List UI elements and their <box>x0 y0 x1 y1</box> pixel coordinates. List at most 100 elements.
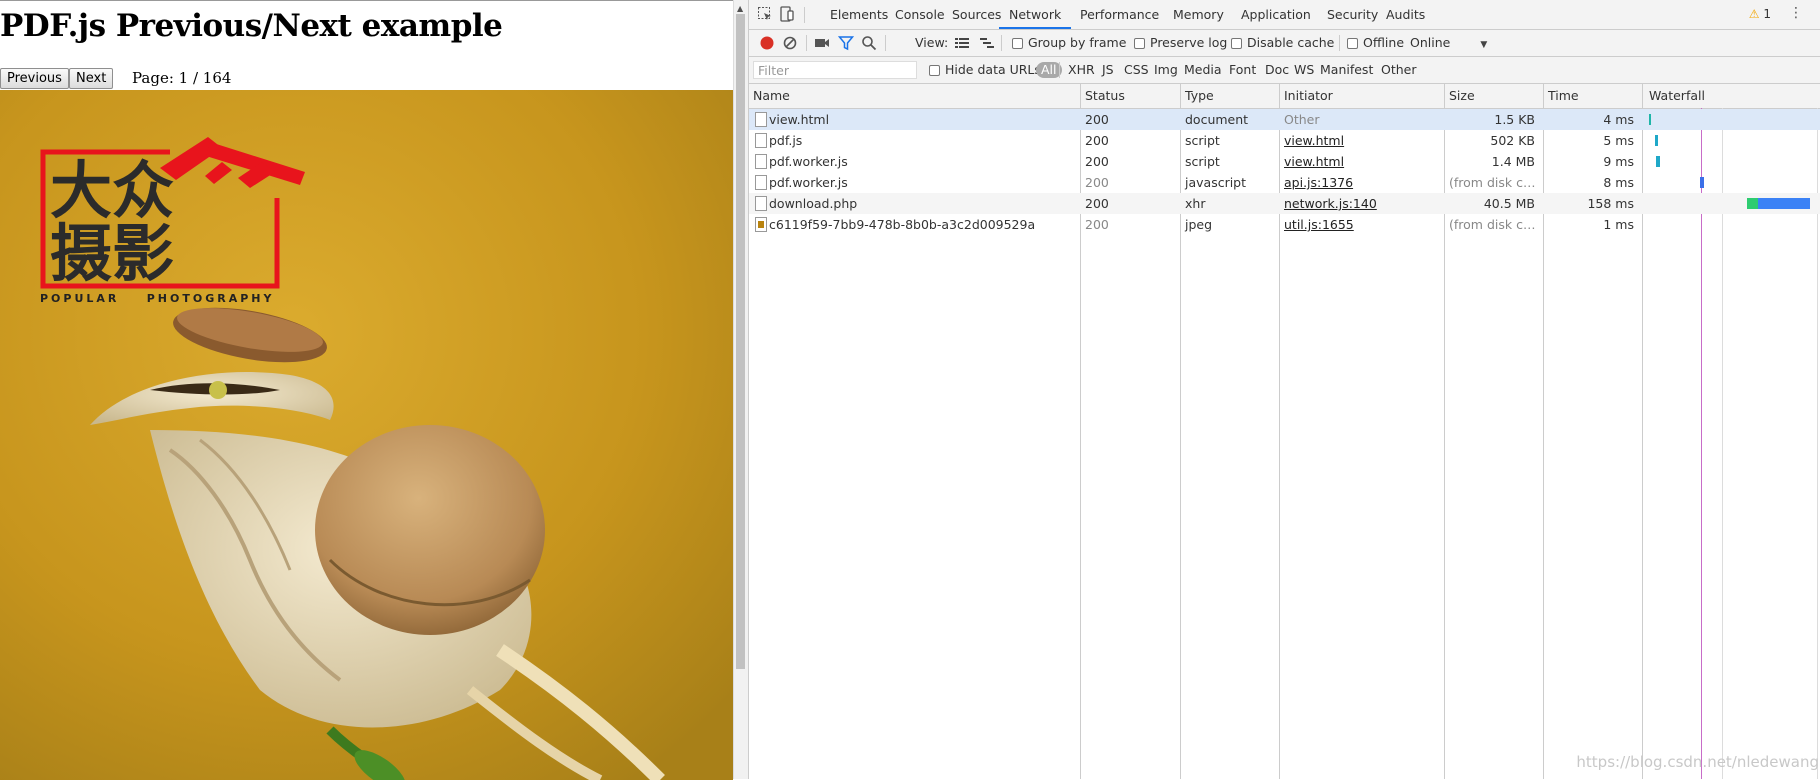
request-initiator: Other <box>1284 112 1320 127</box>
checkbox-icon[interactable] <box>1012 38 1023 49</box>
filter-type-other[interactable]: Other <box>1381 62 1417 78</box>
table-row[interactable]: pdf.worker.js 200 script view.html 1.4 M… <box>749 151 1820 172</box>
scrollbar-thumb[interactable] <box>736 14 745 669</box>
filter-type-font[interactable]: Font <box>1229 62 1256 78</box>
tab-audits[interactable]: Audits <box>1376 0 1435 29</box>
checkbox-icon[interactable] <box>1231 38 1242 49</box>
toolbar-separator <box>885 35 886 51</box>
filter-bar: Hide data URLs All XHR JS CSS Img Media … <box>749 57 1820 84</box>
request-initiator-link[interactable]: api.js:1376 <box>1280 172 1439 193</box>
more-options-icon[interactable]: ⋮ <box>1789 5 1803 21</box>
inspect-element-icon[interactable] <box>757 6 773 22</box>
warnings-counter[interactable]: ⚠ 1 <box>1749 7 1771 21</box>
pdf-canvas: 大众 摄影 POPULAR PHOTOGRAPHY <box>0 90 733 780</box>
tab-performance[interactable]: Performance <box>1070 0 1169 29</box>
request-name: pdf.worker.js <box>769 154 848 169</box>
checkbox-icon[interactable] <box>929 65 940 76</box>
filter-type-css[interactable]: CSS <box>1124 62 1149 78</box>
table-header: Name Status Type Initiator Size Time Wat… <box>749 84 1820 109</box>
column-header-initiator[interactable]: Initiator <box>1280 84 1333 108</box>
page-counter: Page: 1 / 164 <box>132 69 232 87</box>
network-toolbar: View: Group by frame Preserve log Disabl… <box>749 30 1820 57</box>
request-status: 200 <box>1085 133 1109 148</box>
previous-button[interactable]: Previous <box>0 68 69 89</box>
column-header-size[interactable]: Size <box>1445 84 1475 108</box>
device-toolbar-icon[interactable] <box>779 6 795 22</box>
offline-checkbox[interactable]: Offline <box>1347 35 1404 51</box>
waterfall-bar <box>1656 156 1660 167</box>
search-icon[interactable] <box>861 35 877 51</box>
view-label: View: <box>915 35 949 50</box>
request-type: xhr <box>1185 196 1206 211</box>
column-header-time[interactable]: Time <box>1544 84 1579 108</box>
request-time: 1 ms <box>1603 217 1634 232</box>
table-row[interactable]: download.php 200 xhr network.js:140 40.5… <box>749 193 1820 214</box>
request-size: 1.5 KB <box>1494 112 1535 127</box>
request-name: download.php <box>769 196 858 211</box>
filter-type-ws[interactable]: WS <box>1294 62 1314 78</box>
filter-type-doc[interactable]: Doc <box>1265 62 1289 78</box>
request-size: (from disk cac... <box>1449 217 1539 232</box>
warning-icon: ⚠ <box>1748 7 1760 21</box>
filter-type-img[interactable]: Img <box>1154 62 1178 78</box>
table-row[interactable]: pdf.js 200 script view.html 502 KB 5 ms <box>749 130 1820 151</box>
checkbox-icon[interactable] <box>1134 38 1145 49</box>
request-status: 200 <box>1085 217 1109 232</box>
request-type: document <box>1185 112 1249 127</box>
screenshot-camera-icon[interactable] <box>814 35 830 51</box>
waterfall-bar <box>1655 135 1658 146</box>
next-button[interactable]: Next <box>69 68 114 89</box>
column-header-name[interactable]: Name <box>749 84 790 108</box>
table-row[interactable]: pdf.worker.js 200 javascript api.js:1376… <box>749 172 1820 193</box>
filter-separator <box>1059 62 1060 78</box>
tab-application[interactable]: Application <box>1231 0 1321 29</box>
waterfall-bar <box>1700 177 1704 188</box>
request-time: 158 ms <box>1587 196 1634 211</box>
table-row[interactable]: view.html 200 document Other 1.5 KB 4 ms <box>749 109 1820 130</box>
disable-cache-label: Disable cache <box>1247 35 1335 50</box>
throttling-select[interactable]: Online ▼ <box>1410 35 1487 51</box>
filter-type-all[interactable]: All <box>1036 62 1062 78</box>
scroll-up-arrow-icon[interactable]: ▲ <box>737 4 743 13</box>
filter-input[interactable] <box>753 61 917 79</box>
filter-icon[interactable] <box>838 35 854 51</box>
request-type: script <box>1185 133 1220 148</box>
request-size: (from disk cac... <box>1449 175 1539 190</box>
request-initiator-link[interactable]: view.html <box>1280 151 1439 172</box>
request-type: javascript <box>1185 175 1247 190</box>
group-by-frame-checkbox[interactable]: Group by frame <box>1012 35 1126 51</box>
watermark-text: https://blog.csdn.net/nledewang <box>1576 753 1819 771</box>
filter-type-xhr[interactable]: XHR <box>1068 62 1095 78</box>
filter-type-js[interactable]: JS <box>1102 62 1114 78</box>
column-header-waterfall[interactable]: Waterfall <box>1645 84 1705 108</box>
tab-memory[interactable]: Memory <box>1163 0 1234 29</box>
request-initiator-link[interactable]: network.js:140 <box>1280 193 1439 214</box>
request-size: 1.4 MB <box>1491 154 1535 169</box>
table-row[interactable]: c6119f59-7bb9-478b-8b0b-a3c2d009529a 200… <box>749 214 1820 235</box>
large-rows-icon[interactable] <box>954 35 970 51</box>
request-status: 200 <box>1085 196 1109 211</box>
request-initiator-link[interactable]: util.js:1655 <box>1280 214 1439 235</box>
overview-icon[interactable] <box>979 35 995 51</box>
request-initiator-link[interactable]: view.html <box>1280 130 1439 151</box>
checkbox-icon[interactable] <box>1347 38 1358 49</box>
request-type: script <box>1185 154 1220 169</box>
column-header-status[interactable]: Status <box>1081 84 1125 108</box>
page-scrollbar[interactable]: ▲ <box>733 0 748 779</box>
clear-icon[interactable] <box>782 35 798 51</box>
hide-data-urls-checkbox[interactable]: Hide data URLs <box>929 62 1041 78</box>
preserve-log-checkbox[interactable]: Preserve log <box>1134 35 1227 51</box>
request-time: 5 ms <box>1603 133 1634 148</box>
record-icon[interactable] <box>759 35 775 51</box>
toolbar-separator <box>1001 35 1002 51</box>
filter-type-manifest[interactable]: Manifest <box>1320 62 1373 78</box>
toolbar-separator <box>806 35 807 51</box>
filter-type-media[interactable]: Media <box>1184 62 1222 78</box>
tab-network[interactable]: Network <box>999 0 1072 29</box>
devtools-tab-bar: Elements Console Sources Network Perform… <box>749 0 1820 30</box>
column-header-type[interactable]: Type <box>1181 84 1214 108</box>
tab-separator <box>804 7 805 23</box>
request-size: 40.5 MB <box>1483 196 1535 211</box>
request-type: jpeg <box>1185 217 1213 232</box>
disable-cache-checkbox[interactable]: Disable cache <box>1231 35 1334 51</box>
